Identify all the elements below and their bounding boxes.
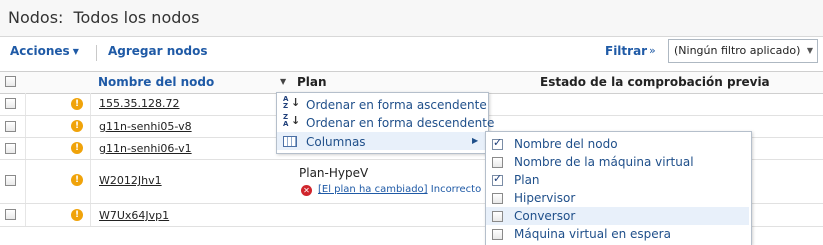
menu-item-sort-descending[interactable]: Z A ↓ Ordenar en forma descendente <box>277 113 494 131</box>
actions-label: Acciones <box>10 44 70 58</box>
select-all-checkbox[interactable] <box>5 76 16 87</box>
warning-icon: ! <box>71 209 83 221</box>
warning-icon: ! <box>71 174 83 186</box>
row-checkbox[interactable] <box>5 209 16 220</box>
menu-item-label: Columnas <box>306 135 366 149</box>
plan-error-text: Incorrecto <box>430 184 482 195</box>
column-context-menu: A Z ↓ Ordenar en forma ascendente Z A ↓ Orde… <box>276 92 494 154</box>
column-option-converter[interactable]: Conversor <box>486 207 749 225</box>
column-checkbox[interactable] <box>492 172 503 186</box>
column-option-hypervisor[interactable]: Hipervisor <box>486 189 749 207</box>
toolbar-divider <box>96 45 97 61</box>
column-checkbox[interactable] <box>492 157 503 168</box>
column-option-standby-vm[interactable]: Máquina virtual en espera <box>486 225 749 243</box>
column-divider <box>25 138 26 159</box>
filter-button[interactable]: Filtrar <box>605 44 647 58</box>
warning-icon: ! <box>71 98 83 110</box>
filter-expand-icon[interactable]: » <box>649 44 656 57</box>
submenu-arrow-icon: ▶ <box>472 136 479 145</box>
title-prefix: Nodos: <box>8 8 64 27</box>
node-name-link[interactable]: 155.35.128.72 <box>99 97 179 110</box>
column-option-label: Plan <box>514 173 540 187</box>
add-nodes-button[interactable]: Agregar nodos <box>108 44 207 58</box>
plan-error-status: [El plan ha cambiado] Incorrecto <box>318 184 481 195</box>
column-divider <box>90 160 91 203</box>
warning-icon: ! <box>71 120 83 132</box>
columns-submenu: Nombre del nodo Nombre de la máquina vir… <box>485 131 752 245</box>
column-divider <box>25 93 26 115</box>
column-option-label: Máquina virtual en espera <box>514 227 671 241</box>
row-checkbox[interactable] <box>5 98 16 109</box>
row-checkbox[interactable] <box>5 143 16 154</box>
actions-menu-button[interactable]: Acciones ▼ <box>10 44 79 58</box>
column-menu-trigger-icon[interactable]: ▼ <box>280 77 286 86</box>
row-checkbox[interactable] <box>5 175 16 186</box>
column-divider <box>90 93 91 115</box>
plan-changed-link[interactable]: [El plan ha cambiado] <box>318 184 428 195</box>
table-header: Nombre del nodo ▼ Plan Estado de la comp… <box>0 71 823 94</box>
column-divider <box>25 116 26 137</box>
columns-icon <box>283 136 297 147</box>
page-title: Nodos: Todos los nodos <box>8 8 200 27</box>
title-bar: Nodos: Todos los nodos <box>0 0 823 37</box>
column-divider <box>25 204 26 226</box>
column-divider <box>25 160 26 203</box>
node-name-link[interactable]: W7Ux64Jvp1 <box>99 209 169 222</box>
plan-name: Plan-HypeV <box>299 166 369 180</box>
column-option-vm-name[interactable]: Nombre de la máquina virtual <box>486 153 749 171</box>
column-option-label: Hipervisor <box>514 191 576 205</box>
column-checkbox[interactable] <box>492 229 503 240</box>
node-name-link[interactable]: g11n-senhi05-v8 <box>99 120 192 133</box>
node-name-link[interactable]: g11n-senhi06-v1 <box>99 142 192 155</box>
filter-select[interactable]: (Ningún filtro aplicado) ▼ <box>668 39 818 63</box>
column-header-precheck-status[interactable]: Estado de la comprobación previa <box>540 75 770 89</box>
sort-ascending-icon: A Z ↓ <box>283 95 301 110</box>
dropdown-arrow-icon: ▼ <box>806 46 813 55</box>
sort-descending-icon: Z A ↓ <box>283 113 301 128</box>
column-checkbox[interactable] <box>492 211 503 222</box>
menu-item-label: Ordenar en forma ascendente <box>306 98 487 112</box>
column-option-plan[interactable]: Plan <box>486 171 749 189</box>
column-divider <box>90 116 91 137</box>
column-checkbox[interactable] <box>492 193 503 204</box>
column-option-label: Conversor <box>514 209 576 223</box>
menu-item-columns[interactable]: Columnas ▶ <box>277 132 486 150</box>
column-divider <box>90 204 91 226</box>
column-option-label: Nombre de la máquina virtual <box>514 155 694 169</box>
column-option-label: Nombre del nodo <box>514 137 618 151</box>
menu-item-label: Ordenar en forma descendente <box>306 116 495 130</box>
column-header-plan[interactable]: Plan <box>297 75 327 89</box>
node-name-link[interactable]: W2012Jhv1 <box>99 174 162 187</box>
row-checkbox[interactable] <box>5 121 16 132</box>
column-divider <box>90 138 91 159</box>
title-scope: Todos los nodos <box>73 8 200 27</box>
error-icon: ✕ <box>301 185 312 196</box>
column-checkbox[interactable] <box>492 136 503 150</box>
column-header-node-name[interactable]: Nombre del nodo <box>98 75 214 89</box>
chevron-down-icon: ▼ <box>72 47 79 56</box>
menu-item-sort-ascending[interactable]: A Z ↓ Ordenar en forma ascendente <box>277 95 487 113</box>
filter-value: (Ningún filtro aplicado) <box>674 44 801 57</box>
column-option-node-name[interactable]: Nombre del nodo <box>486 135 749 153</box>
warning-icon: ! <box>71 142 83 154</box>
